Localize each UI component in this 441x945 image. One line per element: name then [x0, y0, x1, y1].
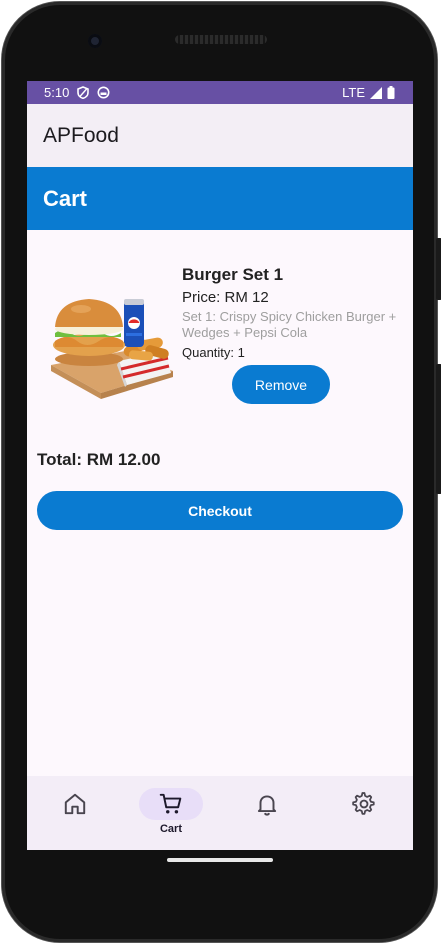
item-description: Set 1: Crispy Spicy Chicken Burger + Wed…: [182, 309, 397, 340]
cart-icon: [159, 793, 182, 814]
item-name: Burger Set 1: [182, 265, 284, 284]
nav-item-cart[interactable]: Cart: [131, 776, 211, 850]
status-time: 5:10: [44, 85, 70, 100]
app-title: APFood: [43, 124, 119, 147]
phone-frame: 5:10 LTE APFood Cart Burger Set 1 Price:…: [2, 2, 441, 942]
nav-active-indicator: [139, 788, 203, 820]
battery-icon: [387, 86, 395, 99]
remove-button[interactable]: Remove: [232, 365, 330, 404]
circle-app-icon: [97, 86, 110, 99]
burger-set-image: [51, 299, 173, 399]
nav-item-notifications[interactable]: [227, 776, 307, 850]
total-label: Total: RM 12.00: [37, 450, 161, 469]
page-title: Cart: [43, 186, 88, 211]
item-quantity: Quantity: 1: [182, 345, 245, 360]
volume-button: [436, 364, 441, 494]
power-button: [436, 238, 441, 300]
network-label: LTE: [342, 85, 365, 100]
front-camera: [88, 34, 102, 48]
bottom-navigation: Cart: [27, 776, 413, 850]
cart-header: Cart: [27, 167, 413, 230]
checkout-button[interactable]: Checkout: [37, 491, 403, 530]
home-icon: [64, 793, 86, 815]
earpiece-speaker: [175, 35, 267, 44]
nav-item-home[interactable]: [35, 776, 115, 850]
shield-icon: [77, 86, 90, 99]
bell-icon: [257, 795, 277, 816]
nav-item-settings[interactable]: [324, 776, 404, 850]
signal-icon: [370, 86, 382, 99]
status-bar: 5:10 LTE: [27, 81, 413, 104]
nav-label-cart: Cart: [159, 823, 182, 835]
gesture-bar[interactable]: [167, 858, 273, 862]
screen: 5:10 LTE APFood Cart Burger Set 1 Price:…: [27, 81, 413, 850]
app-bar: APFood: [27, 104, 413, 167]
item-price: Price: RM 12: [182, 289, 269, 306]
gear-icon: [352, 792, 375, 815]
